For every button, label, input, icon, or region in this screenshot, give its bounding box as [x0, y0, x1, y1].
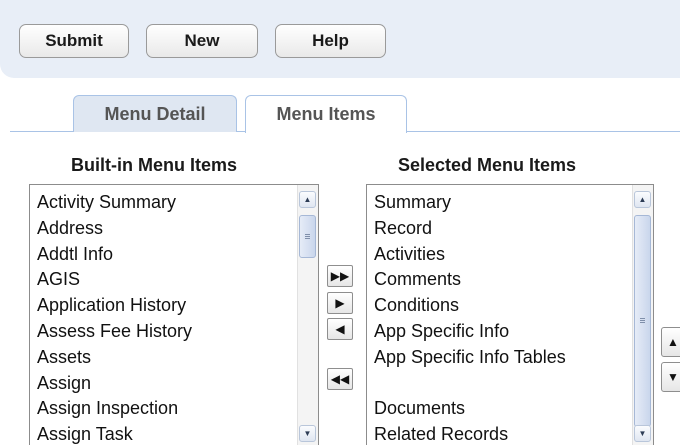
remove-selected-button[interactable]: ◀	[327, 318, 353, 340]
scroll-up-arrow-icon[interactable]: ▲	[299, 191, 316, 208]
scroll-thumb[interactable]	[634, 215, 651, 427]
move-down-button[interactable]: ▼	[661, 362, 680, 392]
list-item[interactable]: Activity Summary	[37, 190, 298, 216]
remove-all-button[interactable]: ◀◀	[327, 368, 353, 390]
list-item[interactable]: Assign	[37, 371, 298, 397]
list-item[interactable]: Comments	[374, 267, 633, 293]
list-item[interactable]: Assets	[37, 345, 298, 371]
toolbar: Submit New Help	[0, 0, 680, 78]
grip-line	[640, 318, 645, 319]
grip-line	[640, 320, 645, 321]
tab-menu-detail[interactable]: Menu Detail	[73, 95, 237, 132]
selected-list-scrollbar[interactable]: ▲ ▼	[632, 185, 653, 445]
grip-line	[305, 236, 310, 237]
list-item[interactable]: Assign Inspection	[37, 396, 298, 422]
down-arrow-icon: ▼	[667, 370, 679, 384]
list-item[interactable]: Assign Task	[37, 422, 298, 445]
list-item[interactable]: Conditions	[374, 293, 633, 319]
list-item[interactable]: Activities	[374, 242, 633, 268]
builtin-items-header: Built-in Menu Items	[71, 155, 237, 175]
add-all-button[interactable]: ▶▶	[327, 265, 353, 287]
right-arrow-icon: ▶	[335, 296, 345, 310]
grip-line	[305, 238, 310, 239]
list-item[interactable]: Assess Fee History	[37, 319, 298, 345]
grip-line	[640, 322, 645, 323]
list-item[interactable]: Record	[374, 216, 633, 242]
list-item[interactable]	[374, 371, 633, 397]
list-item[interactable]: App Specific Info Tables	[374, 345, 633, 371]
double-left-arrow-icon: ◀◀	[330, 372, 350, 386]
list-item[interactable]: Addtl Info	[37, 242, 298, 268]
selected-items-listbox[interactable]: Summary Record Activities Comments Condition…	[366, 184, 654, 445]
new-button[interactable]: New	[146, 24, 258, 58]
list-item[interactable]: AGIS	[37, 267, 298, 293]
help-button[interactable]: Help	[275, 24, 386, 58]
builtin-list-scrollbar[interactable]: ▲ ▼	[297, 185, 318, 445]
scroll-thumb[interactable]	[299, 215, 316, 258]
selected-items-header: Selected Menu Items	[398, 155, 577, 175]
list-item[interactable]: App Specific Info	[374, 319, 633, 345]
tab-menu-items[interactable]: Menu Items	[245, 95, 407, 133]
builtin-items-list: Activity Summary Address Addtl Info AGIS App…	[30, 185, 298, 445]
add-selected-button[interactable]: ▶	[327, 292, 353, 314]
builtin-items-listbox[interactable]: Activity Summary Address Addtl Info AGIS App…	[29, 184, 319, 445]
scroll-up-arrow-icon[interactable]: ▲	[634, 191, 651, 208]
scroll-down-arrow-icon[interactable]: ▼	[634, 425, 651, 442]
up-arrow-icon: ▲	[667, 335, 679, 349]
grip-line	[305, 234, 310, 235]
list-item[interactable]: Summary	[374, 190, 633, 216]
left-arrow-icon: ◀	[335, 322, 345, 336]
move-up-button[interactable]: ▲	[661, 327, 680, 357]
list-item[interactable]: Address	[37, 216, 298, 242]
submit-button[interactable]: Submit	[19, 24, 129, 58]
list-item[interactable]: Documents	[374, 396, 633, 422]
list-item[interactable]: Application History	[37, 293, 298, 319]
list-item[interactable]: Related Records	[374, 422, 633, 445]
selected-items-list: Summary Record Activities Comments Condition…	[367, 185, 633, 445]
double-right-arrow-icon: ▶▶	[330, 269, 350, 283]
scroll-down-arrow-icon[interactable]: ▼	[299, 425, 316, 442]
